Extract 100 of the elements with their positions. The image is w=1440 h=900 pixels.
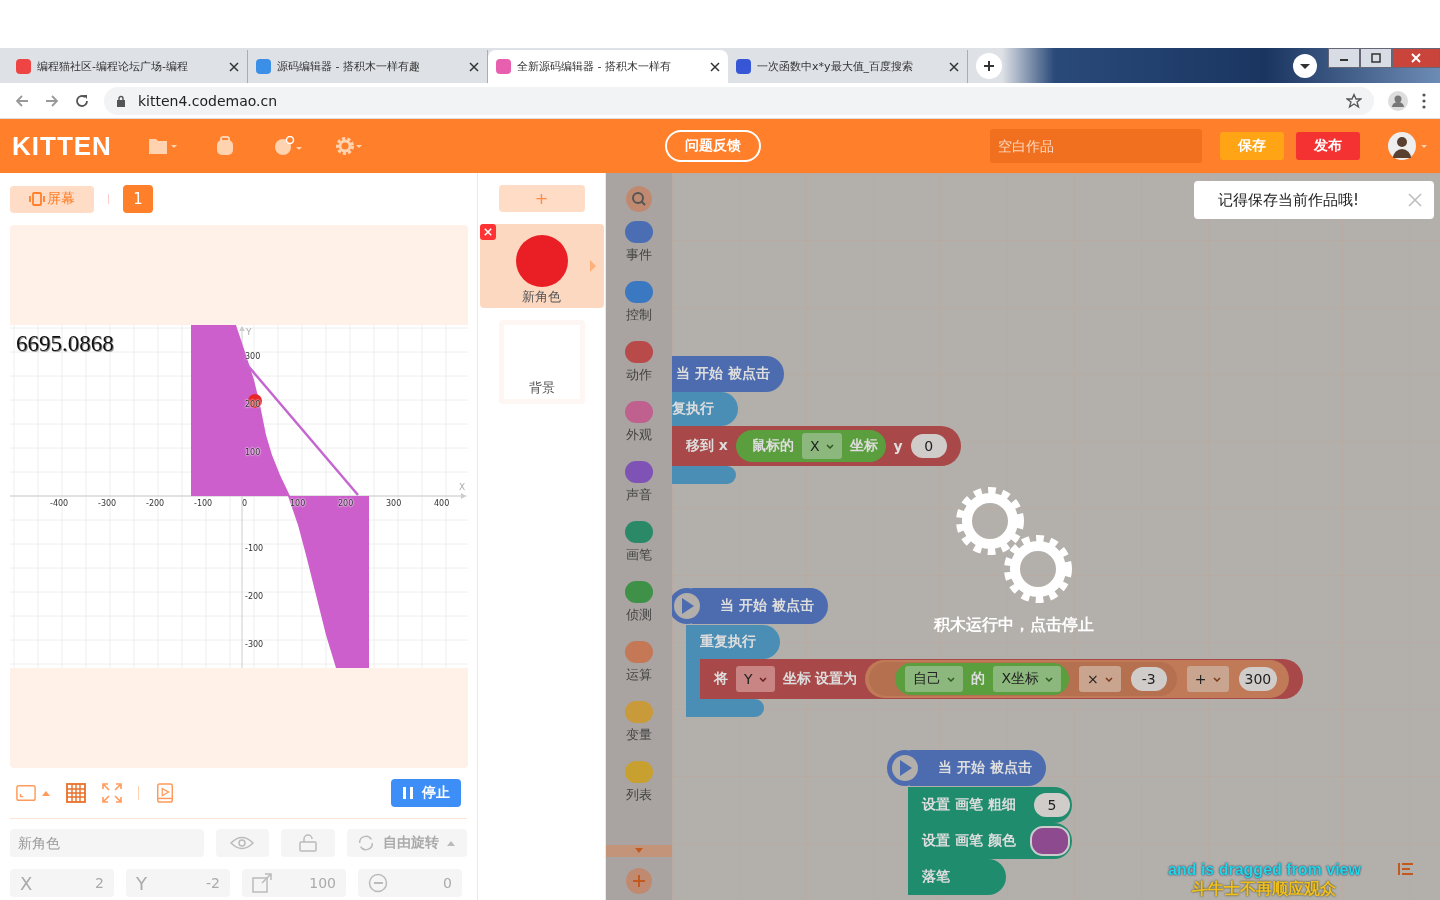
visibility-toggle[interactable]	[215, 829, 270, 857]
lock-icon	[116, 94, 126, 107]
minimize-button[interactable]	[1328, 48, 1360, 68]
sprite-name-field[interactable]: 新角色	[10, 829, 204, 857]
grid-icon[interactable]	[66, 783, 86, 803]
settings-icon[interactable]	[333, 136, 364, 156]
category-item[interactable]: 运算	[625, 641, 653, 701]
event-block[interactable]: 当 开始 被点击	[672, 356, 784, 392]
dropdown[interactable]: Y	[736, 666, 775, 692]
close-button[interactable]	[1392, 48, 1440, 68]
category-item[interactable]: 事件	[625, 221, 653, 281]
category-item[interactable]: 外观	[625, 401, 653, 461]
avatar-icon[interactable]	[1388, 131, 1428, 161]
screen-tab[interactable]: 1	[123, 185, 153, 213]
motion-block[interactable]: 将 Y 坐标 设置为 自己 的 X坐标 × -3 + 300	[700, 659, 1304, 699]
fullscreen-icon[interactable]	[102, 783, 122, 803]
reload-icon[interactable]	[74, 92, 90, 109]
back-icon[interactable]	[14, 92, 30, 109]
pen-block[interactable]: 落笔	[908, 859, 1006, 895]
pause-icon	[402, 786, 414, 800]
close-icon[interactable]	[469, 61, 479, 72]
dropdown[interactable]: 自己	[905, 666, 964, 692]
caret-icon[interactable]	[42, 790, 50, 796]
folder-icon[interactable]	[147, 136, 178, 156]
motion-block[interactable]: 移到 x 鼠标的 X 坐标 y 0	[672, 426, 961, 466]
play-screen-icon[interactable]	[155, 783, 175, 803]
tick-label: 0	[242, 499, 248, 508]
project-name-field[interactable]: 空白作品	[990, 129, 1202, 163]
eye-icon	[230, 836, 255, 850]
axis-label: Y	[246, 327, 252, 337]
close-icon[interactable]	[710, 61, 720, 72]
bookmark-star-icon[interactable]	[1346, 92, 1362, 109]
category-item[interactable]: 声音	[625, 461, 653, 521]
stop-button[interactable]: 停止	[391, 779, 461, 807]
address-field[interactable]: kitten4.codemao.cn	[104, 86, 1374, 115]
dropdown[interactable]: X坐标	[993, 666, 1062, 692]
category-item[interactable]: 控制	[625, 281, 653, 341]
y-field[interactable]: Y -2	[126, 869, 230, 897]
tick-label: 100	[290, 499, 306, 508]
pen-block[interactable]: 设置 画笔 粗细 5	[908, 787, 1072, 823]
close-icon[interactable]	[229, 61, 239, 72]
close-icon[interactable]	[949, 61, 959, 72]
chevron-icon	[758, 676, 767, 682]
sprite-card[interactable]: 新角色	[479, 224, 604, 308]
chevron-icon	[947, 676, 956, 682]
category-item[interactable]: 列表	[625, 761, 653, 821]
stage-size-icon[interactable]	[16, 783, 36, 803]
feedback-button[interactable]: 问题反馈	[664, 130, 761, 162]
event-block[interactable]: 当 开始 被点击	[910, 750, 1046, 786]
tick-label: 100	[245, 448, 261, 457]
forward-icon[interactable]	[44, 92, 60, 109]
tick-label: -100	[194, 499, 213, 508]
tick-label: -400	[50, 499, 69, 508]
phone-icon	[29, 192, 45, 206]
tick-label: -100	[245, 544, 264, 553]
sprite-card[interactable]: 背景	[498, 320, 585, 404]
number-input[interactable]: 5	[1034, 793, 1070, 817]
number-input[interactable]: 0	[910, 434, 947, 458]
subtitle: and is dragged from view	[1168, 860, 1361, 879]
browser-tab[interactable]: 全新源码编辑器 - 搭积木一样有	[488, 50, 728, 83]
plus-icon	[983, 60, 995, 72]
size-field[interactable]: 100	[242, 869, 346, 897]
list-icon[interactable]	[1398, 862, 1414, 876]
axis-label: X	[459, 482, 466, 492]
site-icon	[16, 59, 31, 74]
rotate-icon	[357, 834, 376, 852]
tick-label: -200	[146, 499, 165, 508]
tick-label: 200	[338, 499, 354, 508]
chevron-icon	[1045, 676, 1054, 682]
direction-field[interactable]: 0	[358, 869, 462, 897]
publish-button[interactable]: 发布	[1296, 132, 1360, 160]
resize-icon	[252, 873, 272, 893]
chevron-icon	[1104, 676, 1113, 682]
profile-icon[interactable]	[1388, 90, 1408, 111]
dropdown[interactable]: X	[801, 433, 842, 459]
category-item[interactable]: 侦测	[625, 581, 653, 641]
maximize-button[interactable]	[1360, 48, 1392, 68]
new-tab-button[interactable]	[976, 53, 1002, 79]
repeat-block[interactable]: 复执行	[672, 392, 738, 426]
number-input[interactable]: -3	[1130, 667, 1167, 691]
category-item[interactable]: 变量	[625, 701, 653, 761]
category-item[interactable]: 动作	[625, 341, 653, 401]
rotation-dropdown[interactable]: 自由旋转	[347, 829, 467, 857]
x-field[interactable]: X 2	[10, 869, 114, 897]
site-icon	[256, 59, 271, 74]
operator-dropdown[interactable]: +	[1186, 666, 1229, 692]
repeat-block[interactable]: 重复执行	[686, 625, 780, 659]
running-overlay[interactable]: 积木运行中，点击停止	[934, 485, 1094, 636]
color-swatch[interactable]	[1030, 826, 1070, 856]
add-icon[interactable]	[625, 867, 653, 895]
delete-button[interactable]	[479, 224, 496, 240]
lock-toggle[interactable]	[281, 829, 336, 857]
category-item[interactable]: 画笔	[625, 521, 653, 581]
search-icon[interactable]	[625, 185, 653, 213]
dropdown-icon[interactable]	[1292, 52, 1318, 79]
maximize-icon	[1371, 53, 1381, 63]
operator-dropdown[interactable]: ×	[1079, 666, 1121, 692]
menu-icon[interactable]	[1422, 92, 1426, 109]
pen-block[interactable]: 设置 画笔 颜色	[908, 823, 1072, 859]
number-input[interactable]: 300	[1238, 667, 1278, 691]
